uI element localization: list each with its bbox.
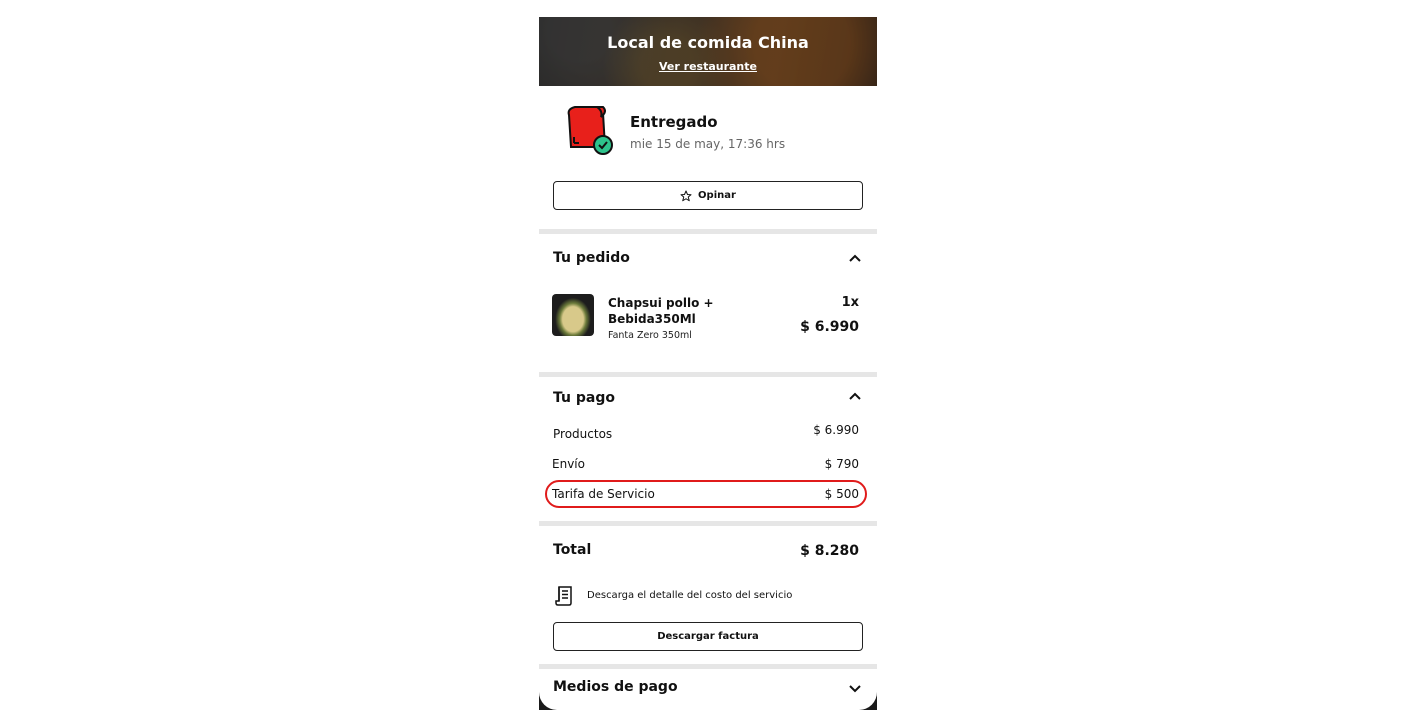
restaurant-banner: Local de comida China Ver restaurante <box>539 17 877 86</box>
rate-button-label: Opinar <box>698 190 736 201</box>
order-status-date: mie 15 de may, 17:36 hrs <box>630 137 786 151</box>
receipt-icon[interactable] <box>555 585 575 607</box>
product-image <box>552 294 594 336</box>
chevron-up-icon[interactable] <box>848 389 862 403</box>
chevron-up-icon[interactable] <box>848 251 862 265</box>
rate-button[interactable]: Opinar <box>553 181 863 210</box>
service-fee-value: $ 500 <box>824 487 859 501</box>
shipping-value: $ 790 <box>824 457 859 471</box>
product-quantity: 1x <box>841 295 859 310</box>
star-icon <box>680 190 692 201</box>
total-value: $ 8.280 <box>800 543 859 559</box>
delivered-bag-icon <box>567 106 613 155</box>
download-invoice-button[interactable]: Descargar factura <box>553 622 863 651</box>
total-label: Total <box>553 542 592 558</box>
product-name: Chapsui pollo + Bebida350Ml <box>608 296 714 326</box>
payment-methods-title: Medios de pago <box>553 679 678 695</box>
payment-methods-section[interactable]: Medios de pago <box>539 669 877 710</box>
chevron-down-icon[interactable] <box>848 682 862 696</box>
order-section-title: Tu pedido <box>553 250 630 266</box>
shipping-label: Envío <box>552 457 585 471</box>
products-value: $ 6.990 <box>813 423 859 437</box>
order-status-title: Entregado <box>630 113 718 131</box>
section-divider <box>539 521 877 526</box>
section-divider <box>539 229 877 234</box>
download-detail-link[interactable]: Descarga el detalle del costo del servic… <box>587 590 792 601</box>
service-fee-label: Tarifa de Servicio <box>552 487 655 501</box>
product-price: $ 6.990 <box>800 319 859 335</box>
view-restaurant-link[interactable]: Ver restaurante <box>539 60 877 73</box>
order-detail-screen: Local de comida China Ver restaurante En… <box>539 17 877 710</box>
download-invoice-label: Descargar factura <box>657 631 759 642</box>
products-label: Productos <box>553 427 613 441</box>
payment-section-title: Tu pago <box>553 390 615 406</box>
restaurant-name: Local de comida China <box>607 33 809 52</box>
product-detail: Fanta Zero 350ml <box>608 330 692 341</box>
section-divider <box>539 372 877 377</box>
